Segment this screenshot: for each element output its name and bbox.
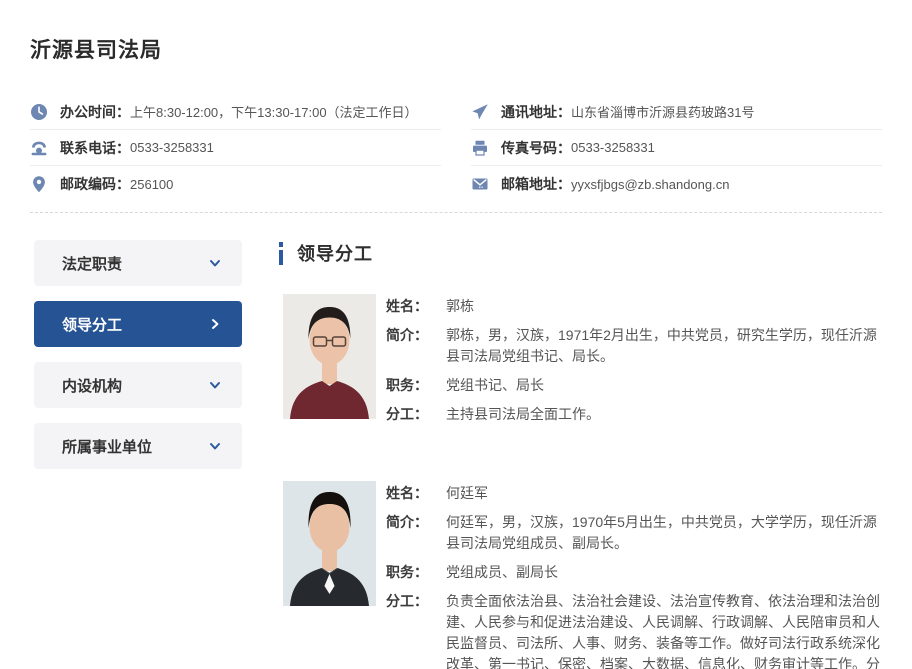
sidebar-item-label: 领导分工 — [62, 314, 208, 335]
sidebar-item-label: 所属事业单位 — [62, 436, 208, 457]
contact-label: 联系电话： — [60, 138, 130, 158]
contact-item-phone: 联系电话： 0533-3258331 — [30, 130, 441, 166]
detail-row-title: 职务： 党组书记、局长 — [386, 375, 882, 396]
leader-details: 姓名： 郭栋 简介： 郭栋，男，汉族，1971年2月出生，中共党员，研究生学历，… — [386, 294, 882, 433]
detail-row-name: 姓名： 郭栋 — [386, 296, 882, 317]
contact-label: 通讯地址： — [501, 102, 571, 122]
field-label: 职务： — [386, 562, 446, 583]
contact-value: 0533-3258331 — [571, 140, 655, 155]
sidebar-item-affiliated-units[interactable]: 所属事业单位 — [34, 423, 242, 469]
detail-row-title: 职务： 党组成员、副局长 — [386, 562, 882, 583]
leader-title: 党组书记、局长 — [446, 375, 882, 396]
field-label: 简介： — [386, 325, 446, 367]
leader-details: 姓名： 何廷军 简介： 何廷军，男，汉族，1970年5月出生，中共党员，大学学历… — [386, 481, 882, 669]
chevron-down-icon — [208, 256, 222, 270]
sidebar-item-internal-organs[interactable]: 内设机构 — [34, 362, 242, 408]
leader-photo — [283, 481, 376, 606]
contact-label: 邮箱地址： — [501, 174, 571, 194]
contact-item-fax: 传真号码： 0533-3258331 — [471, 130, 882, 166]
contact-label: 传真号码： — [501, 138, 571, 158]
content-area: 法定职责 领导分工 内设机构 所属事业单位 领导分工 — [30, 240, 882, 669]
leader-intro: 何廷军，男，汉族，1970年5月出生，中共党员，大学学历，现任沂源县司法局党组成… — [446, 512, 882, 554]
field-label: 分工： — [386, 591, 446, 669]
leader-photo — [283, 294, 376, 419]
detail-row-duty: 分工： 负责全面依法治县、法治社会建设、法治宣传教育、依法治理和法治创建、人民参… — [386, 591, 882, 669]
contact-value: 0533-3258331 — [130, 140, 214, 155]
section-title: 领导分工 — [297, 240, 373, 266]
contact-value: 上午8:30-12:00，下午13:30-17:00（法定工作日） — [130, 102, 418, 121]
field-label: 职务： — [386, 375, 446, 396]
contact-value: 山东省淄博市沂源县药玻路31号 — [571, 102, 754, 121]
leader-duty: 主持县司法局全面工作。 — [446, 404, 882, 425]
leader-duty: 负责全面依法治县、法治社会建设、法治宣传教育、依法治理和法治创建、人民参与和促进… — [446, 591, 882, 669]
detail-row-duty: 分工： 主持县司法局全面工作。 — [386, 404, 882, 425]
contact-label: 办公时间： — [60, 102, 130, 122]
field-label: 姓名： — [386, 483, 446, 504]
detail-row-name: 姓名： 何廷军 — [386, 483, 882, 504]
fax-printer-icon — [471, 139, 489, 157]
sidebar-item-leadership-division[interactable]: 领导分工 — [34, 301, 242, 347]
chevron-down-icon — [208, 439, 222, 453]
sidebar-item-legal-duties[interactable]: 法定职责 — [34, 240, 242, 286]
contact-item-mailing-address: 通讯地址： 山东省淄博市沂源县药玻路31号 — [471, 94, 882, 130]
sidebar-item-label: 法定职责 — [62, 253, 208, 274]
paper-plane-icon — [471, 103, 489, 121]
field-label: 分工： — [386, 404, 446, 425]
contact-item-postcode: 邮政编码： 256100 — [30, 166, 441, 202]
leader-intro: 郭栋，男，汉族，1971年2月出生，中共党员，研究生学历，现任沂源县司法局党组书… — [446, 325, 882, 367]
field-label: 姓名： — [386, 296, 446, 317]
mail-icon — [471, 175, 489, 193]
heading-bar-icon — [279, 242, 283, 265]
contact-item-email: 邮箱地址： yyxsfjbgs@zb.shandong.cn — [471, 166, 882, 202]
chevron-down-icon — [208, 378, 222, 392]
leader-profile: 姓名： 郭栋 简介： 郭栋，男，汉族，1971年2月出生，中共党员，研究生学历，… — [279, 294, 882, 433]
sidebar-item-label: 内设机构 — [62, 375, 208, 396]
contact-info-grid: 办公时间： 上午8:30-12:00，下午13:30-17:00（法定工作日） … — [30, 94, 882, 202]
field-label: 简介： — [386, 512, 446, 554]
main-panel: 领导分工 — [279, 240, 882, 669]
chevron-right-icon — [208, 317, 222, 331]
leader-profile: 姓名： 何廷军 简介： 何廷军，男，汉族，1970年5月出生，中共党员，大学学历… — [279, 481, 882, 669]
contact-value: 256100 — [130, 177, 173, 192]
page-title: 沂源县司法局 — [30, 34, 882, 64]
section-heading: 领导分工 — [279, 240, 882, 266]
leader-title: 党组成员、副局长 — [446, 562, 882, 583]
page: 沂源县司法局 办公时间： 上午8:30-12:00，下午13:30-17:00（… — [0, 0, 912, 669]
detail-row-intro: 简介： 郭栋，男，汉族，1971年2月出生，中共党员，研究生学历，现任沂源县司法… — [386, 325, 882, 367]
contact-item-office-hours: 办公时间： 上午8:30-12:00，下午13:30-17:00（法定工作日） — [30, 94, 441, 130]
dashed-separator — [30, 212, 882, 213]
clock-icon — [30, 103, 48, 121]
map-pin-icon — [30, 175, 48, 193]
contact-value: yyxsfjbgs@zb.shandong.cn — [571, 177, 729, 192]
leader-name: 何廷军 — [446, 483, 882, 504]
sidebar: 法定职责 领导分工 内设机构 所属事业单位 — [34, 240, 242, 669]
detail-row-intro: 简介： 何廷军，男，汉族，1970年5月出生，中共党员，大学学历，现任沂源县司法… — [386, 512, 882, 554]
phone-icon — [30, 139, 48, 157]
contact-label: 邮政编码： — [60, 174, 130, 194]
leader-name: 郭栋 — [446, 296, 882, 317]
